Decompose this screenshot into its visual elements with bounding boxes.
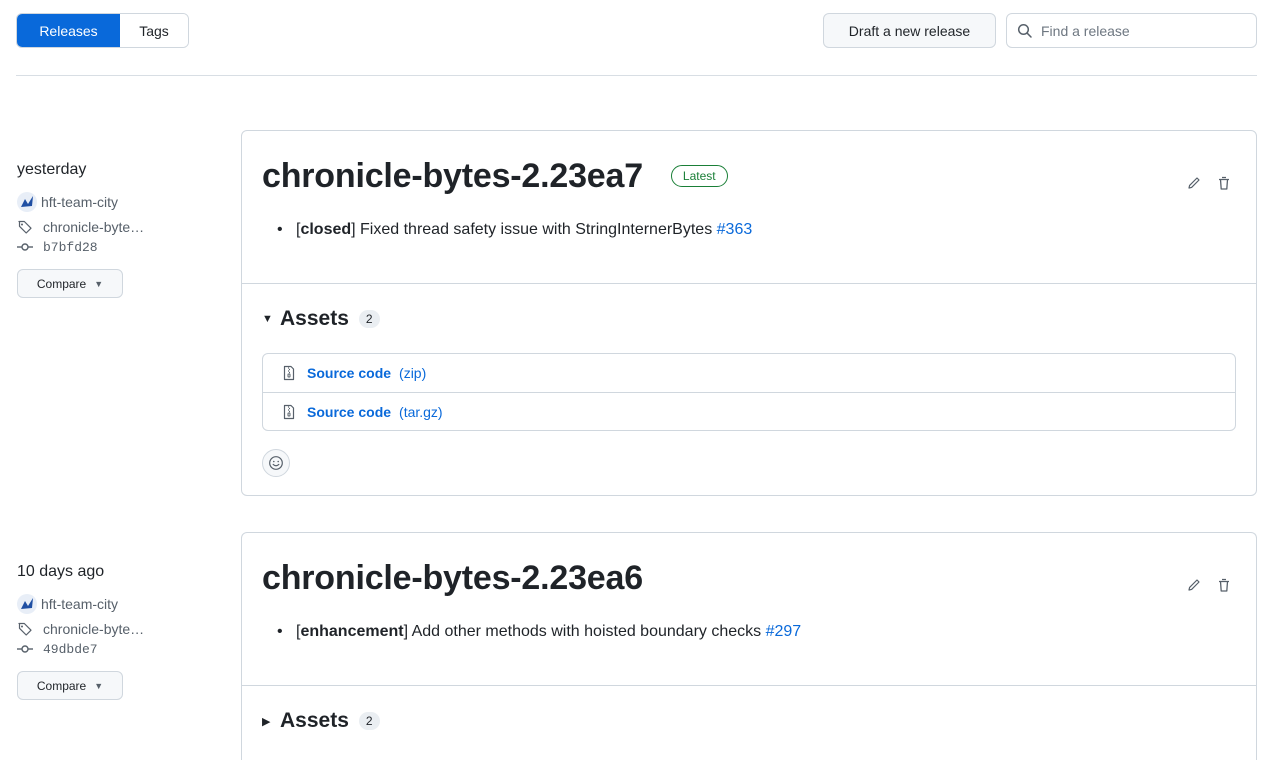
note-text: ] Fixed thread safety issue with StringI… [351,221,717,238]
issue-link[interactable]: #297 [766,623,802,640]
compare-label: Compare [36,276,87,291]
release-title-row: chronicle-bytes-2.23ea6 [262,533,1236,623]
asset-name[interactable]: Source code [307,365,391,381]
asset-format[interactable]: (tar.gz) [399,404,443,420]
assets-count: 2 [358,310,380,328]
triangle-right-icon[interactable]: ▶ [262,715,280,728]
add-reaction-button[interactable] [262,449,290,477]
assets-label[interactable]: Assets [280,307,349,331]
trash-icon[interactable] [1214,575,1234,595]
release-title-row: chronicle-bytes-2.23ea7 Latest [262,131,1236,221]
release-commit[interactable]: 49dbde7 [17,639,227,659]
release-meta: yesterday hft-team-city chronicle-byte… … [17,159,227,298]
release-author[interactable]: hft-team-city [17,594,227,614]
release-header: chronicle-bytes-2.23ea6 • [enhancement] … [242,533,1256,685]
list-bullet: • [277,623,283,640]
smiley-icon [269,456,283,470]
chevron-down-icon: ▼ [94,278,104,289]
tag-icon [17,218,37,236]
compare-label: Compare [36,678,87,693]
release-notes: • [enhancement] Add other methods with h… [262,623,1236,685]
search-input[interactable] [1041,22,1251,39]
tag-icon [17,620,37,638]
assets-summary[interactable]: ▶ Assets 2 [262,709,1236,733]
edit-icon[interactable] [1184,575,1204,595]
asset-name[interactable]: Source code [307,404,391,420]
edit-icon[interactable] [1184,173,1204,193]
draft-new-release-button[interactable]: Draft a new release [823,13,996,48]
release-date: yesterday [17,161,87,178]
asset-row[interactable]: Source code (tar.gz) [263,392,1235,430]
assets-summary[interactable]: ▼ Assets 2 [262,307,1236,331]
asset-format[interactable]: (zip) [399,365,426,381]
release-tag[interactable]: chronicle-byte… [17,217,227,237]
release-actions [1184,575,1234,595]
tag-name[interactable]: chronicle-byte… [43,219,144,235]
compare-button[interactable]: Compare ▼ [17,269,123,298]
triangle-down-icon[interactable]: ▼ [262,313,280,325]
release-meta: 10 days ago hft-team-city chronicle-byte… [17,561,227,700]
search-icon [1017,23,1032,38]
release-actions [1184,173,1234,193]
author-avatar [17,192,37,212]
release-card: chronicle-bytes-2.23ea7 Latest • [closed… [241,130,1257,496]
header-divider [16,75,1257,76]
assets-section: ▶ Assets 2 [242,686,1256,733]
release-notes: • [closed] Fixed thread safety issue wit… [262,221,1236,283]
chevron-down-icon: ▼ [94,680,104,691]
author-avatar [17,594,37,614]
release-author[interactable]: hft-team-city [17,192,227,212]
release-title[interactable]: chronicle-bytes-2.23ea7 [262,157,643,196]
latest-badge: Latest [670,165,728,187]
author-name[interactable]: hft-team-city [41,596,118,612]
tab-tags[interactable]: Tags [120,14,188,47]
author-name[interactable]: hft-team-city [41,194,118,210]
assets-label[interactable]: Assets [280,709,349,733]
release-title[interactable]: chronicle-bytes-2.23ea6 [262,559,643,598]
tag-name[interactable]: chronicle-byte… [43,621,144,637]
releases-tags-switcher: Releases Tags [16,13,189,48]
release-search-box[interactable] [1006,13,1257,48]
releases-toolbar: Releases Tags Draft a new release [16,13,1257,49]
release-tag[interactable]: chronicle-byte… [17,619,227,639]
assets-list: Source code (zip) Source code (tar.gz) [262,353,1236,431]
file-zip-icon [283,404,295,419]
commit-sha[interactable]: b7bfd28 [43,240,98,255]
note-label: enhancement [300,623,404,640]
asset-row[interactable]: Source code (zip) [263,354,1235,392]
note-text: ] Add other methods with hoisted boundar… [403,623,766,640]
release-card: chronicle-bytes-2.23ea6 • [enhancement] … [241,532,1257,760]
issue-link[interactable]: #363 [717,221,753,238]
compare-button[interactable]: Compare ▼ [17,671,123,700]
release-commit[interactable]: b7bfd28 [17,237,227,257]
commit-icon [17,238,37,256]
trash-icon[interactable] [1214,173,1234,193]
assets-count: 2 [358,712,380,730]
assets-section: ▼ Assets 2 [242,284,1256,331]
reactions-bar [242,431,1256,477]
file-zip-icon [283,365,295,381]
commit-icon [17,640,37,658]
list-bullet: • [277,221,283,238]
commit-sha[interactable]: 49dbde7 [43,642,98,657]
note-label: closed [300,221,352,238]
tab-releases[interactable]: Releases [17,14,120,47]
release-header: chronicle-bytes-2.23ea7 Latest • [closed… [242,131,1256,283]
release-date: 10 days ago [17,563,105,580]
